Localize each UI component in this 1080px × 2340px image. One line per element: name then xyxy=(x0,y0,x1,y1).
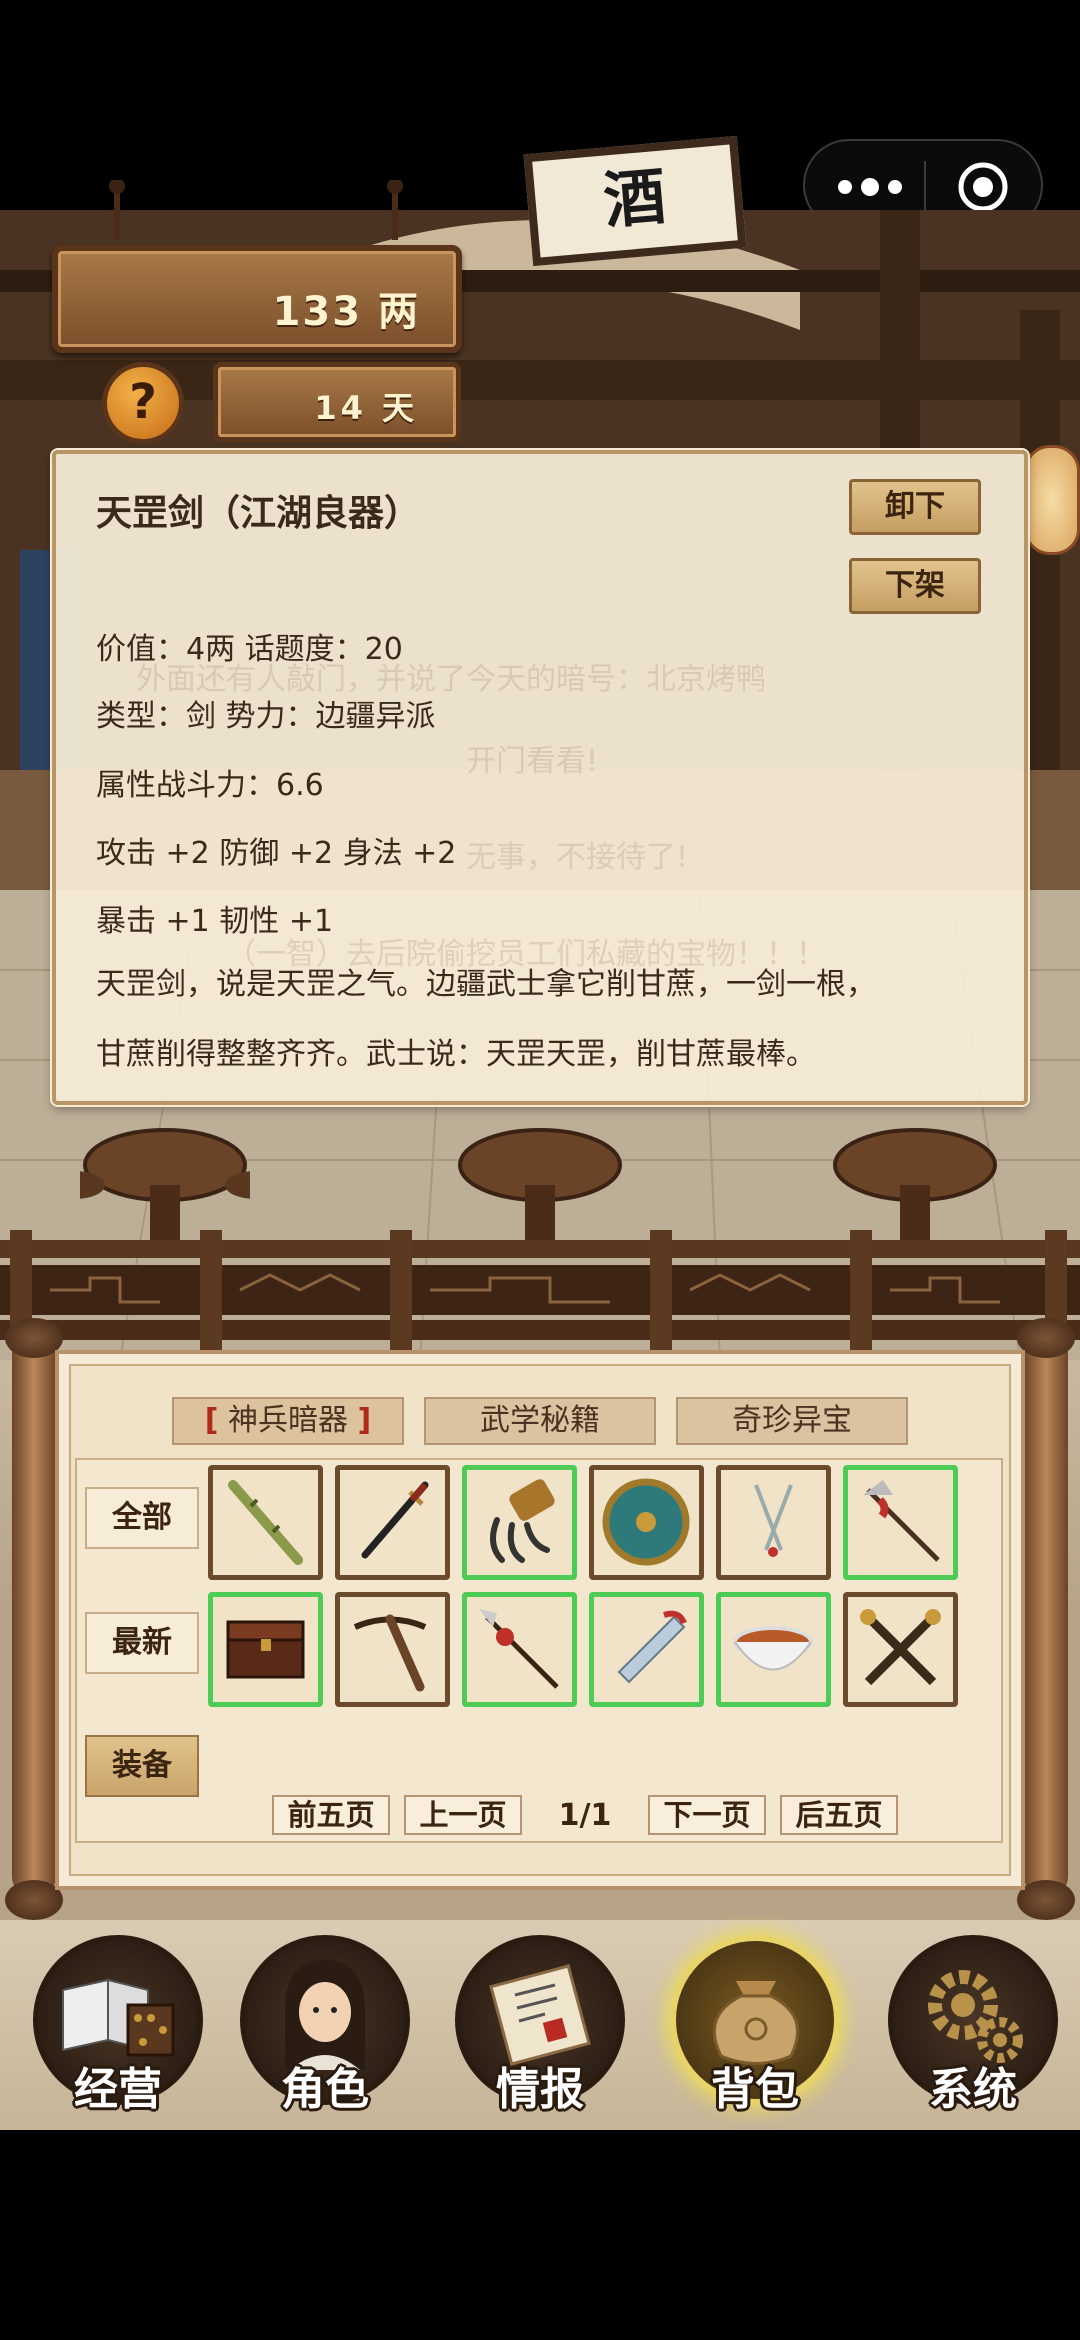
soup-bowl-icon xyxy=(733,1626,813,1671)
tab-bracket-left: [ xyxy=(204,1403,219,1438)
day-counter-board: 14 天 xyxy=(213,362,461,442)
iron-claw-icon xyxy=(490,1479,555,1563)
nav-character-label: 角色 xyxy=(281,2064,369,2115)
inventory-slot[interactable] xyxy=(462,1465,577,1580)
tab-treasures[interactable]: 奇珍异宝 xyxy=(676,1397,908,1445)
scroll-rod-left xyxy=(12,1335,56,1895)
item-type-line: 类型：剑 势力：边疆异派 xyxy=(96,699,436,734)
unequip-button[interactable]: 卸下 xyxy=(849,479,981,535)
nav-character[interactable]: 角色 xyxy=(240,1935,410,2115)
inventory-slot[interactable] xyxy=(335,1592,450,1707)
nav-business[interactable]: 经营 xyxy=(33,1935,203,2115)
inventory-slot[interactable] xyxy=(716,1592,831,1707)
capsule-divider xyxy=(924,161,926,213)
paper-lantern xyxy=(1024,445,1080,555)
tab-weapons[interactable]: [ 神兵暗器 ] xyxy=(172,1397,404,1445)
more-options-icon[interactable] xyxy=(835,173,905,201)
nav-business-label: 经营 xyxy=(74,2064,162,2115)
close-miniprogram-icon[interactable] xyxy=(957,161,1009,213)
katana-icon xyxy=(361,1481,429,1559)
scroll-cap xyxy=(1017,1880,1075,1920)
tab-martial-manuals[interactable]: 武学秘籍 xyxy=(424,1397,656,1445)
nav-intel[interactable]: 情报 xyxy=(455,1935,625,2115)
help-button[interactable]: ? xyxy=(102,362,184,444)
twin-daggers-icon xyxy=(754,1484,793,1557)
inventory-slot[interactable] xyxy=(716,1465,831,1580)
red-tassel-spear-icon xyxy=(479,1609,559,1689)
money-amount: 133 两 xyxy=(272,289,420,335)
filter-all-button[interactable]: 全部 xyxy=(85,1487,199,1549)
board-hangers xyxy=(109,180,403,240)
filter-newest-button[interactable]: 最新 xyxy=(85,1612,199,1674)
item-description-line: 甘蔗削得整整齐齐。武士说：天罡天罡，削甘蔗最棒。 xyxy=(96,1037,816,1072)
background-option-open-door: 开门看看! xyxy=(466,744,599,779)
bamboo-staff-icon xyxy=(228,1480,303,1565)
wine-shop-sign: 酒 xyxy=(523,135,747,267)
wooden-railing xyxy=(0,1230,1080,1350)
nav-backpack-label: 背包 xyxy=(711,2064,799,2115)
round-shield-icon xyxy=(602,1478,690,1566)
halberd-icon xyxy=(863,1480,940,1562)
item-value-line: 价值：4两 话题度：20 xyxy=(96,632,403,667)
item-detail-panel: 外面还有人敲门，并说了今天的暗号：北京烤鸭 开门看看! 无事，不接待了! （一智… xyxy=(52,450,1028,1105)
day-count: 14 天 xyxy=(314,389,418,427)
inventory-slot[interactable] xyxy=(208,1465,323,1580)
item-stats-line: 攻击 +2 防御 +2 身法 +2 xyxy=(96,836,457,871)
prev-page-button[interactable]: 上一页 xyxy=(404,1795,522,1835)
tab-bracket-right: ] xyxy=(357,1403,372,1438)
money-board: 133 两 xyxy=(52,245,462,353)
item-power-line: 属性战斗力：6.6 xyxy=(96,768,324,803)
inventory-slot[interactable] xyxy=(589,1592,704,1707)
equip-button[interactable]: 装备 xyxy=(85,1735,199,1797)
inventory-slot[interactable] xyxy=(462,1592,577,1707)
crossed-maces-icon xyxy=(860,1609,941,1686)
background-option-no-reception: 无事，不接待了! xyxy=(466,840,689,875)
first-five-pages-button[interactable]: 前五页 xyxy=(272,1795,390,1835)
broad-saber-icon xyxy=(617,1610,687,1684)
item-crit-line: 暴击 +1 韧性 +1 xyxy=(96,904,334,939)
nav-intel-label: 情报 xyxy=(496,2064,584,2115)
last-five-pages-button[interactable]: 后五页 xyxy=(780,1795,898,1835)
inventory-slot[interactable] xyxy=(208,1592,323,1707)
nav-system[interactable]: 系统 xyxy=(888,1935,1058,2115)
nav-backpack[interactable]: 背包 xyxy=(670,1935,840,2115)
item-name: 天罡剑（江湖良器） xyxy=(96,493,421,534)
item-description-line: 天罡剑，说是天罡之气。边疆武士拿它削甘蔗，一剑一根， xyxy=(96,967,876,1002)
inventory-slot[interactable] xyxy=(843,1465,958,1580)
inventory-slot[interactable] xyxy=(335,1465,450,1580)
delist-button[interactable]: 下架 xyxy=(849,558,981,614)
next-page-button[interactable]: 下一页 xyxy=(648,1795,766,1835)
page-indicator: 1/1 xyxy=(558,1798,612,1833)
inventory-slot[interactable] xyxy=(589,1465,704,1580)
nav-system-label: 系统 xyxy=(929,2064,1017,2115)
tab-weapons-label: 神兵暗器 xyxy=(228,1403,348,1438)
scroll-cap xyxy=(1017,1318,1075,1358)
crossbow-icon xyxy=(353,1614,427,1692)
treasure-chest-icon xyxy=(226,1620,305,1679)
inventory-slot[interactable] xyxy=(843,1592,958,1707)
scroll-rod-right xyxy=(1024,1335,1068,1895)
